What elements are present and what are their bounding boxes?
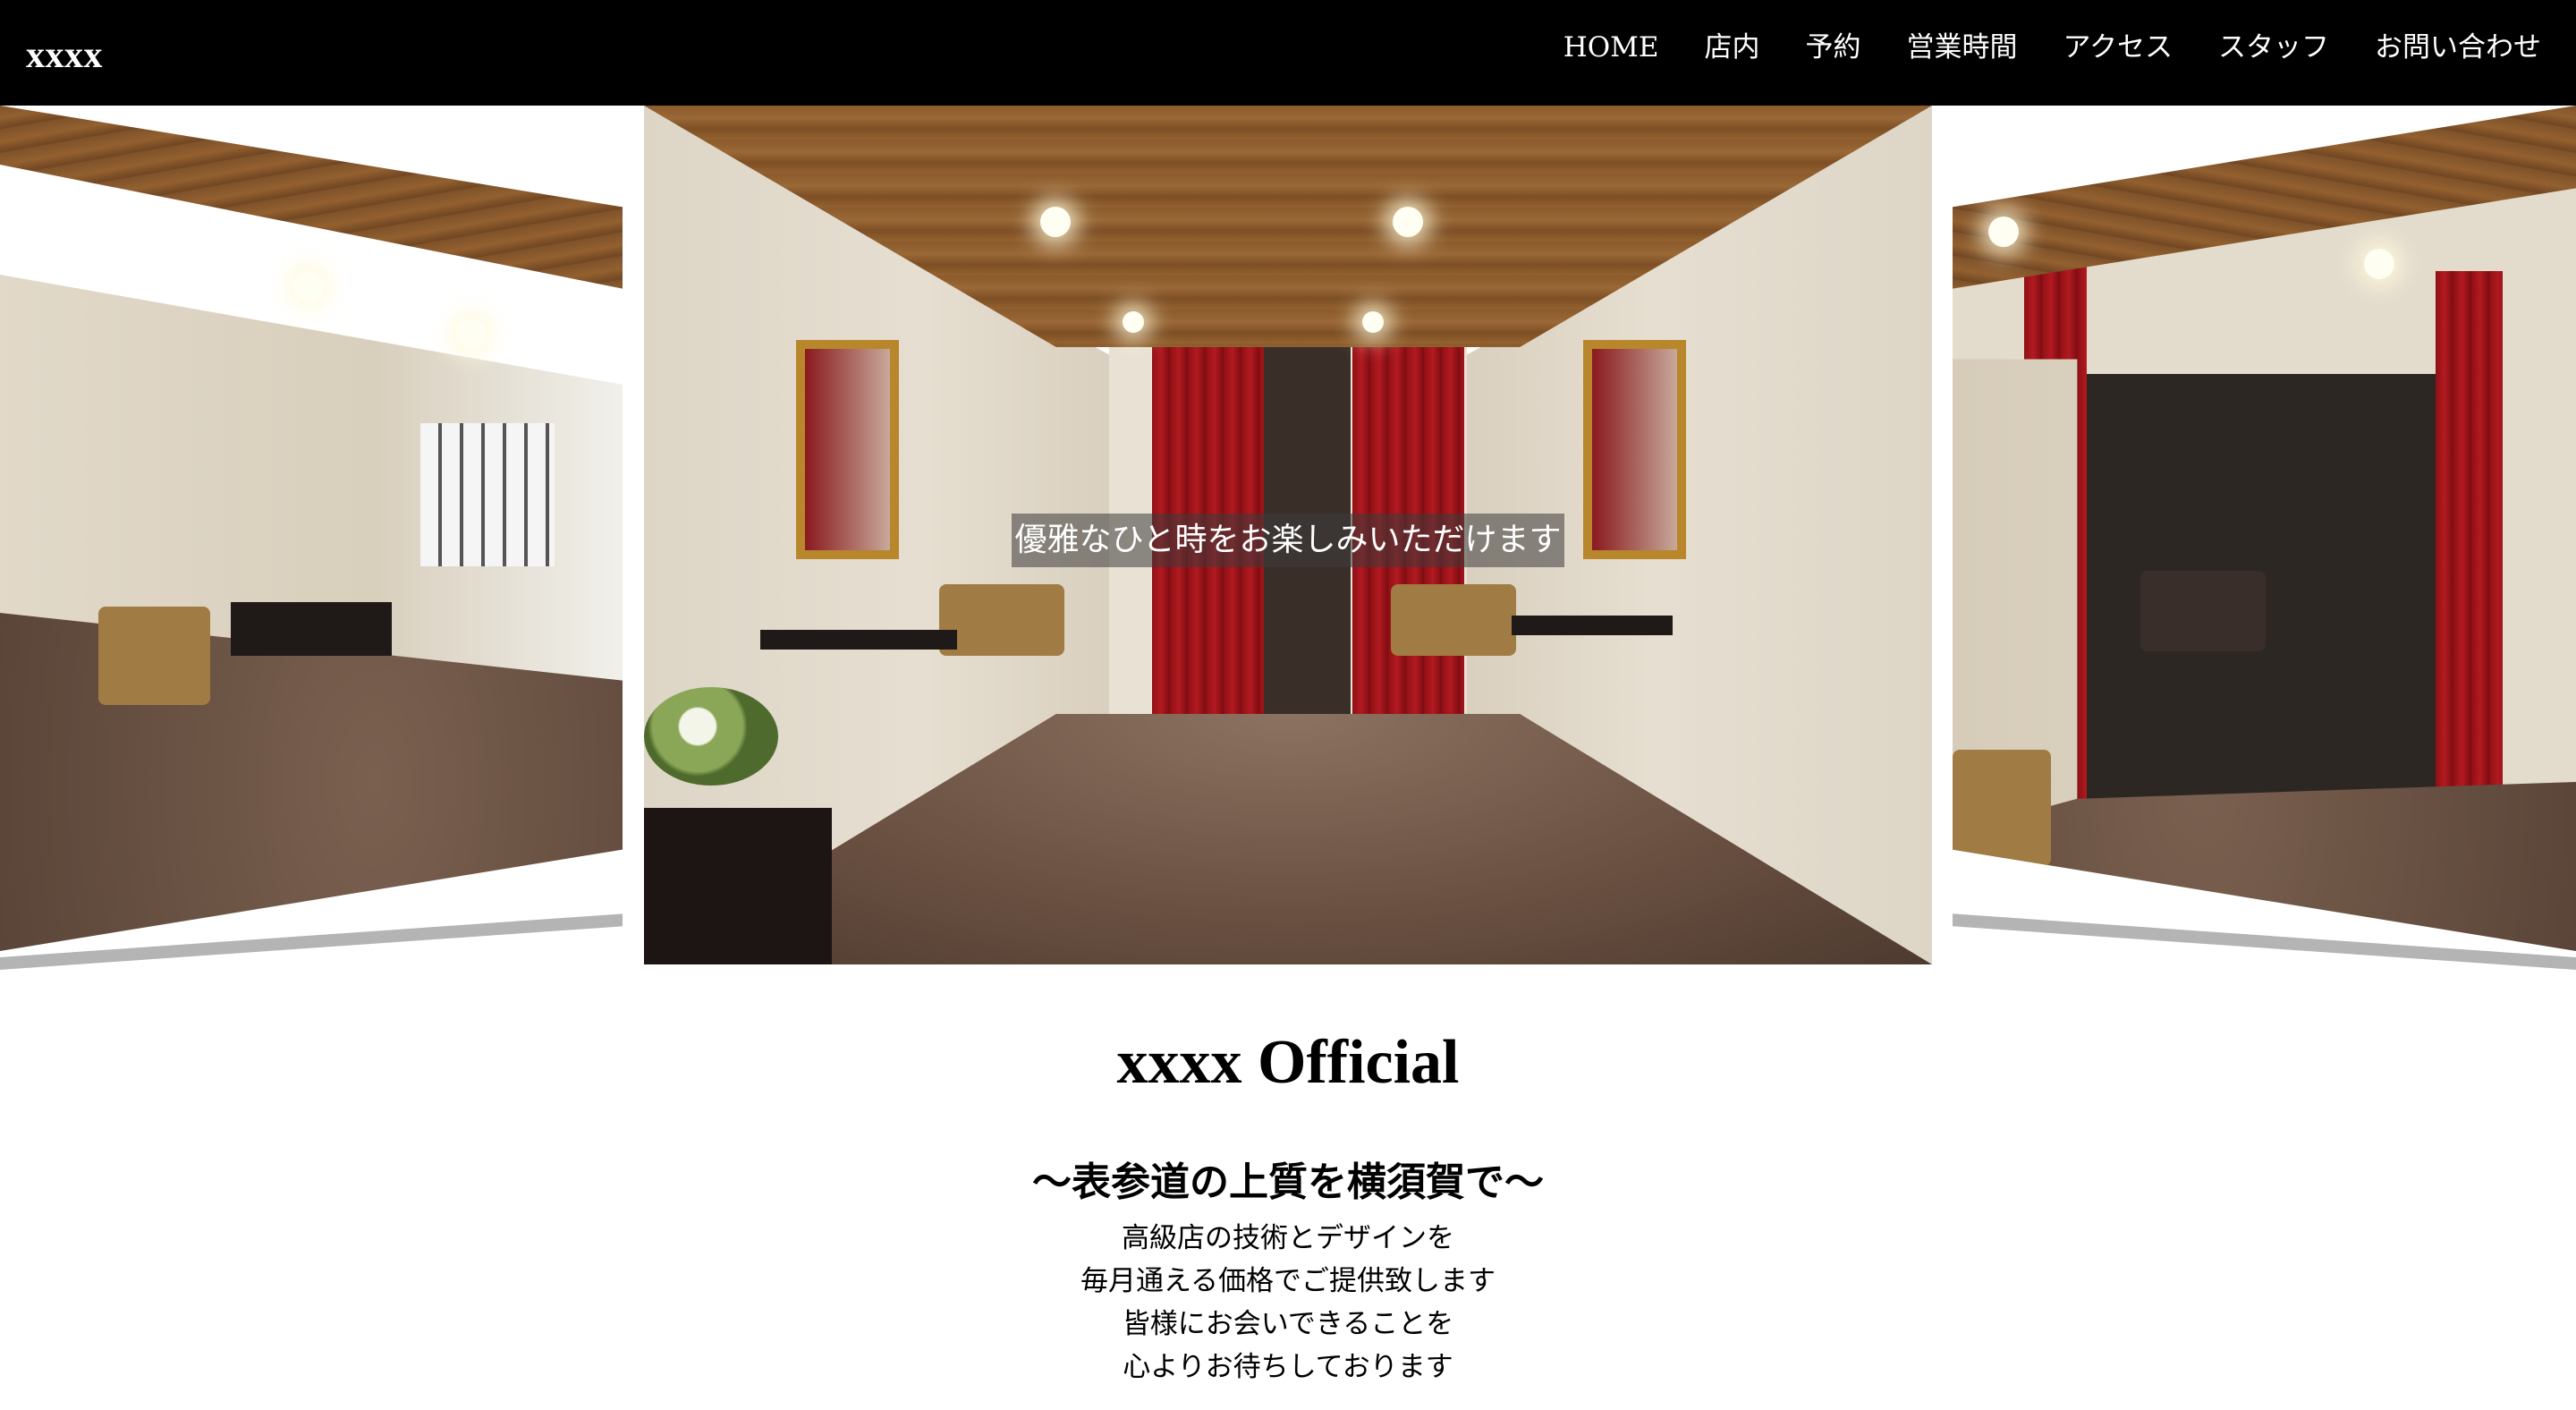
nav-item-home: HOME xyxy=(1563,28,1659,67)
photo-ceiling-light xyxy=(1362,311,1384,333)
photo-chair xyxy=(1391,584,1516,656)
photo-red-curtain xyxy=(2436,271,2503,790)
nav-item-interior: 店内 xyxy=(1705,28,1760,67)
nav-link-staff[interactable]: スタッフ xyxy=(2218,28,2329,67)
nav-link-interior[interactable]: 店内 xyxy=(1705,28,1760,67)
intro-line: 心よりお待ちしております xyxy=(1123,1351,1453,1383)
salon-treatment-room-photo xyxy=(1953,106,2576,951)
carousel-slide-prev[interactable] xyxy=(0,106,623,951)
photo-ceiling-light xyxy=(1988,217,2019,247)
photo-treatment-chair xyxy=(2140,571,2266,651)
photo-ceiling-light xyxy=(1393,207,1423,237)
intro-text: 高級店の技術とデザインを 毎月通える価格でご提供致します 皆様にお会いできること… xyxy=(0,1217,2576,1389)
photo-gold-mirror xyxy=(1583,340,1686,559)
site-logo[interactable]: xxxx xyxy=(26,34,103,77)
nav-link-contact[interactable]: お問い合わせ xyxy=(2375,28,2541,67)
hero-caption: 優雅なひと時をお楽しみいただけます xyxy=(1011,514,1565,567)
nav-link-access[interactable]: アクセス xyxy=(2063,28,2173,67)
photo-ceiling-light xyxy=(1123,311,1144,333)
photo-side-table xyxy=(644,808,832,964)
nav-link-hours[interactable]: 営業時間 xyxy=(1907,28,2018,67)
photo-chair xyxy=(939,584,1064,656)
intro-line: 高級店の技術とデザインを xyxy=(1122,1222,1454,1254)
page-title: xxxx Official xyxy=(1116,1028,1460,1097)
photo-window xyxy=(420,423,555,566)
intro-line: 皆様にお会いできることを xyxy=(1122,1308,1454,1340)
nav-item-access: アクセス xyxy=(2063,28,2173,67)
photo-ceiling-light xyxy=(2364,249,2394,279)
nav-item-hours: 営業時間 xyxy=(1907,28,2018,67)
nav-item-reservation: 予約 xyxy=(1806,28,1861,67)
main-nav: HOME 店内 予約 営業時間 アクセス スタッフ お問い合わせ xyxy=(1563,28,2541,67)
carousel-slide-next[interactable] xyxy=(1953,106,2576,951)
nav-link-reservation[interactable]: 予約 xyxy=(1806,28,1861,67)
photo-flower-arrangement xyxy=(644,687,778,786)
intro-subtitle: 〜表参道の上質を横須賀で〜 xyxy=(1032,1159,1544,1205)
photo-treatment-room xyxy=(2078,374,2489,821)
photo-chair xyxy=(98,607,210,705)
nav-item-contact: お問い合わせ xyxy=(2375,28,2541,67)
photo-gold-mirror xyxy=(796,340,899,559)
site-header: xxxx HOME 店内 予約 営業時間 アクセス スタッフ お問い合わせ xyxy=(0,0,2576,106)
photo-chair xyxy=(1953,750,2051,866)
hero-carousel: 優雅なひと時をお楽しみいただけます xyxy=(0,106,2576,970)
photo-bench xyxy=(760,630,957,650)
salon-waiting-area-photo xyxy=(0,106,623,951)
photo-ceiling-light xyxy=(1040,207,1071,237)
photo-bench xyxy=(231,602,392,656)
nav-item-staff: スタッフ xyxy=(2218,28,2329,67)
photo-bench xyxy=(1512,616,1673,635)
photo-ceiling-light xyxy=(456,319,487,349)
intro-line: 毎月通える価格でご提供致します xyxy=(1080,1265,1496,1297)
nav-link-home[interactable]: HOME xyxy=(1563,28,1659,67)
photo-ceiling-light xyxy=(293,271,324,302)
